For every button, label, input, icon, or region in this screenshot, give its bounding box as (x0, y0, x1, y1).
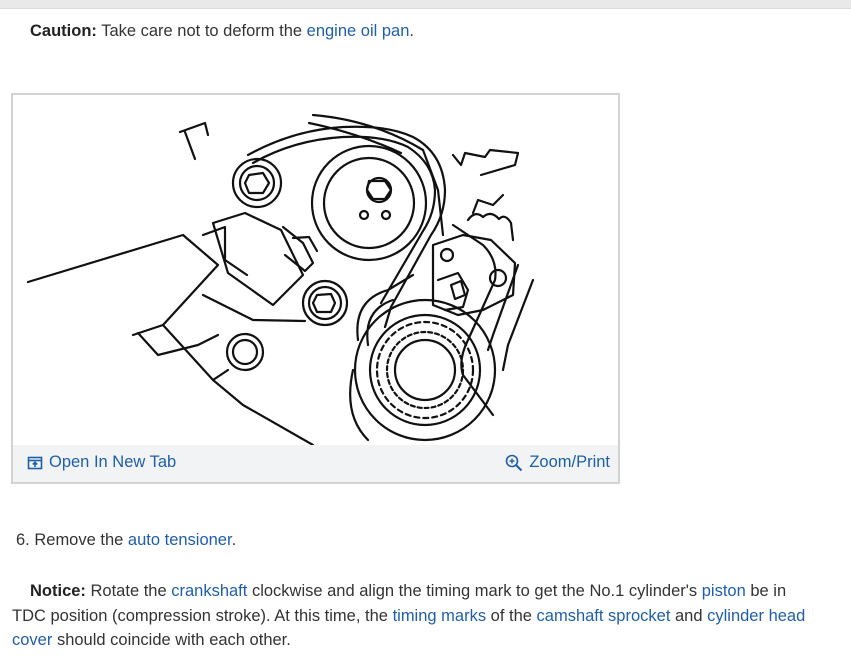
step-6-text: Remove the (29, 531, 128, 549)
piston-link[interactable]: piston (702, 582, 746, 600)
caution-paragraph: Caution: Take care not to deform the eng… (30, 19, 414, 44)
auto-tensioner-link[interactable]: auto tensioner (128, 531, 232, 549)
notice-text-6: should coincide with each other. (52, 631, 291, 649)
timing-marks-link[interactable]: timing marks (393, 607, 487, 625)
figure-container: Open In New Tab Zoom/Print (11, 93, 620, 484)
caution-label: Caution: (30, 22, 97, 40)
notice-text-2: clockwise and align the timing mark to g… (247, 582, 702, 600)
camshaft-sprocket-link[interactable]: camshaft sprocket (537, 607, 671, 625)
notice-label: Notice: (30, 582, 86, 600)
zoom-print-label: Zoom/Print (529, 453, 610, 471)
step-number: 6. (16, 531, 30, 549)
open-new-tab-button[interactable]: Open In New Tab (27, 453, 176, 472)
open-new-tab-label: Open In New Tab (49, 453, 177, 471)
notice-text-4: of the (486, 606, 537, 625)
crankshaft-link[interactable]: crankshaft (171, 582, 247, 600)
figure-toolbar: Open In New Tab Zoom/Print (13, 445, 618, 482)
zoom-icon (506, 454, 523, 471)
top-bar (0, 0, 851, 9)
caution-end: . (409, 22, 414, 40)
step-6-paragraph: 6. Remove the auto tensioner. (16, 528, 236, 553)
notice-text-5: and (670, 606, 708, 625)
zoom-print-button[interactable]: Zoom/Print (505, 453, 610, 472)
notice-text-1: Rotate the (85, 582, 172, 600)
engine-timing-diagram (26, 113, 535, 445)
open-new-tab-icon (27, 456, 43, 469)
step-6-end: . (231, 531, 237, 549)
caution-text: Take care not to deform the (96, 22, 307, 40)
notice-paragraph: Notice: Rotate the crankshaft clockwise … (12, 579, 812, 653)
engine-oil-pan-link[interactable]: engine oil pan (307, 22, 410, 40)
